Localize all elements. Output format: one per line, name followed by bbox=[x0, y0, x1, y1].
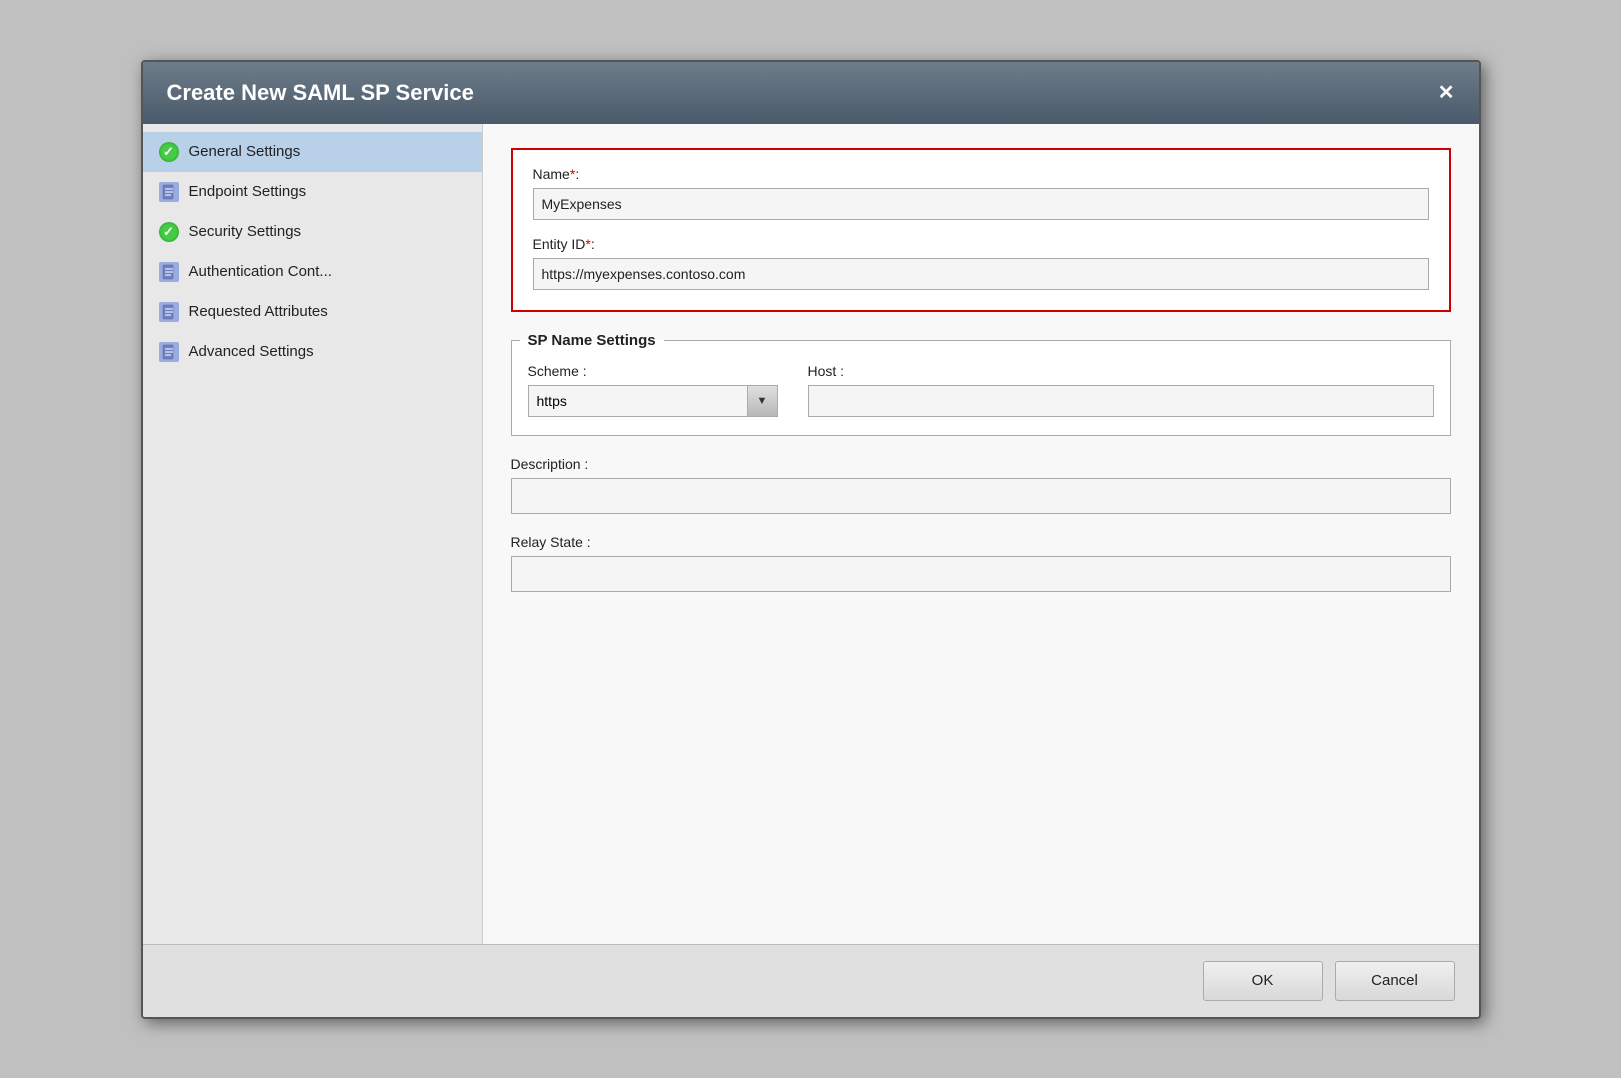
sidebar-item-advanced-settings[interactable]: Advanced Settings bbox=[143, 332, 482, 372]
close-button[interactable]: ✕ bbox=[1438, 83, 1455, 103]
scheme-select-wrapper: https http ▼ bbox=[528, 385, 788, 417]
sidebar-item-endpoint-settings[interactable]: Endpoint Settings bbox=[143, 172, 482, 212]
sidebar-item-authentication-cont[interactable]: Authentication Cont... bbox=[143, 252, 482, 292]
green-check-icon: ✓ bbox=[159, 142, 179, 162]
relay-state-label: Relay State : bbox=[511, 534, 1451, 550]
sidebar-item-label: Security Settings bbox=[189, 223, 302, 240]
description-field-group: Description : bbox=[511, 456, 1451, 514]
dialog-footer: OK Cancel bbox=[143, 944, 1479, 1017]
dialog-body: ✓ General Settings Endpoint Settings ✓ Secur… bbox=[143, 124, 1479, 944]
sidebar-item-general-settings[interactable]: ✓ General Settings bbox=[143, 132, 482, 172]
host-input[interactable] bbox=[808, 385, 1434, 417]
entity-id-input[interactable] bbox=[533, 258, 1429, 290]
scheme-field: Scheme : https http ▼ bbox=[528, 363, 788, 417]
scheme-dropdown-arrow[interactable]: ▼ bbox=[748, 385, 778, 417]
dialog: Create New SAML SP Service ✕ ✓ General Se… bbox=[141, 60, 1481, 1019]
description-input[interactable] bbox=[511, 478, 1451, 514]
scheme-label: Scheme : bbox=[528, 363, 788, 379]
entity-id-field-group: Entity ID*: bbox=[533, 236, 1429, 290]
scheme-host-row: Scheme : https http ▼ Host : bbox=[528, 363, 1434, 417]
gray-page-icon bbox=[159, 342, 179, 362]
sidebar-item-label: Authentication Cont... bbox=[189, 263, 332, 280]
sp-name-settings-legend: SP Name Settings bbox=[520, 332, 664, 349]
dialog-title: Create New SAML SP Service bbox=[167, 80, 474, 106]
host-label: Host : bbox=[808, 363, 1434, 379]
sp-name-settings-content: Scheme : https http ▼ Host : bbox=[512, 349, 1450, 435]
name-input[interactable] bbox=[533, 188, 1429, 220]
sidebar-item-security-settings[interactable]: ✓ Security Settings bbox=[143, 212, 482, 252]
gray-page-icon bbox=[159, 262, 179, 282]
name-field-group: Name*: bbox=[533, 166, 1429, 220]
cancel-button[interactable]: Cancel bbox=[1335, 961, 1455, 1001]
sidebar-item-label: Requested Attributes bbox=[189, 303, 328, 320]
gray-page-icon bbox=[159, 302, 179, 322]
name-label: Name*: bbox=[533, 166, 1429, 182]
sp-name-settings-fieldset: SP Name Settings Scheme : https http ▼ bbox=[511, 332, 1451, 436]
scheme-select[interactable]: https http bbox=[528, 385, 748, 417]
sidebar-item-requested-attributes[interactable]: Requested Attributes bbox=[143, 292, 482, 332]
required-fields-box: Name*: Entity ID*: bbox=[511, 148, 1451, 312]
sidebar: ✓ General Settings Endpoint Settings ✓ Secur… bbox=[143, 124, 483, 944]
ok-button[interactable]: OK bbox=[1203, 961, 1323, 1001]
host-field: Host : bbox=[808, 363, 1434, 417]
sidebar-item-label: General Settings bbox=[189, 143, 301, 160]
description-label: Description : bbox=[511, 456, 1451, 472]
sidebar-item-label: Endpoint Settings bbox=[189, 183, 307, 200]
dialog-header: Create New SAML SP Service ✕ bbox=[143, 62, 1479, 124]
sidebar-item-label: Advanced Settings bbox=[189, 343, 314, 360]
green-check-icon: ✓ bbox=[159, 222, 179, 242]
relay-state-field-group: Relay State : bbox=[511, 534, 1451, 592]
entity-id-label: Entity ID*: bbox=[533, 236, 1429, 252]
relay-state-input[interactable] bbox=[511, 556, 1451, 592]
main-content: Name*: Entity ID*: SP Name Settings bbox=[483, 124, 1479, 944]
gray-page-icon bbox=[159, 182, 179, 202]
